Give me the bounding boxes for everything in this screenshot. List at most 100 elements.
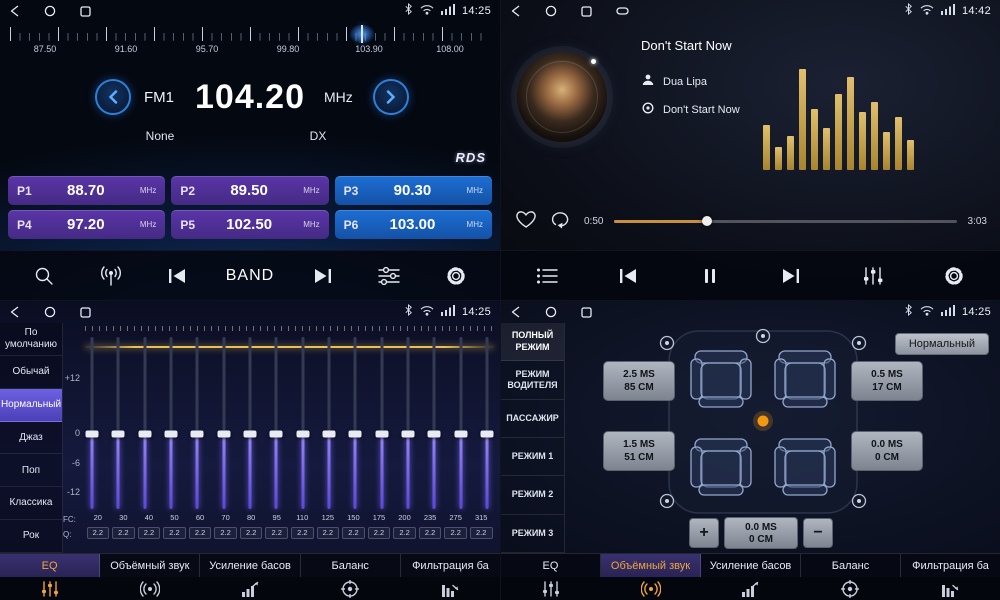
sound-settings-tab[interactable]: Баланс — [801, 554, 901, 577]
eq-preset-item[interactable]: Классика — [0, 487, 62, 520]
slider-knob[interactable] — [138, 430, 151, 437]
eq-band-slider[interactable] — [322, 335, 336, 511]
tune-down-button[interactable] — [95, 79, 131, 115]
surround-mode-item[interactable]: РЕЖИМ ВОДИТЕЛЯ — [501, 361, 564, 399]
eq-band-slider[interactable] — [427, 335, 441, 511]
sound-settings-tab[interactable]: Фильтрация ба — [901, 554, 1000, 577]
settings-gear-icon[interactable] — [936, 257, 972, 295]
sound-settings-tab[interactable]: EQ — [501, 554, 601, 577]
radio-preset-button[interactable]: P3 90.30 MHz — [335, 176, 492, 205]
nav-back-icon[interactable] — [9, 306, 20, 318]
sound-settings-tab[interactable]: Усиление басов — [200, 554, 300, 577]
nav-back-icon[interactable] — [9, 5, 20, 17]
sound-settings-tab[interactable]: EQ — [0, 554, 100, 577]
nav-home-icon[interactable] — [44, 5, 56, 17]
tune-up-button[interactable] — [373, 79, 409, 115]
eq-band-slider[interactable] — [375, 335, 389, 511]
next-track-icon[interactable] — [773, 257, 809, 295]
repeat-icon[interactable] — [549, 209, 573, 234]
eq-band-slider[interactable] — [243, 335, 257, 511]
eq-sliders-icon[interactable] — [501, 577, 601, 600]
slider-knob[interactable] — [191, 430, 204, 437]
eq-band-slider[interactable] — [348, 335, 362, 511]
surround-sound-icon[interactable] — [100, 577, 200, 600]
eq-band-slider[interactable] — [269, 335, 283, 511]
slider-knob[interactable] — [296, 430, 309, 437]
slider-knob[interactable] — [217, 430, 230, 437]
speaker-delay-button[interactable]: 0.5 MS 17 CM — [851, 361, 923, 401]
pause-icon[interactable] — [692, 257, 728, 295]
surround-mode-item[interactable]: РЕЖИМ 3 — [501, 515, 564, 553]
eq-sliders-icon[interactable] — [0, 577, 100, 600]
scan-icon[interactable] — [26, 257, 62, 295]
radio-preset-button[interactable]: P1 88.70 MHz — [8, 176, 165, 205]
eq-band-slider[interactable] — [454, 335, 468, 511]
eq-preset-item[interactable]: По умолчанию — [0, 323, 62, 356]
nav-recents-icon[interactable] — [80, 307, 91, 318]
eq-band-slider[interactable] — [296, 335, 310, 511]
balance-icon[interactable] — [300, 577, 400, 600]
slider-knob[interactable] — [349, 430, 362, 437]
slider-knob[interactable] — [86, 430, 99, 437]
slider-knob[interactable] — [270, 430, 283, 437]
next-station-icon[interactable] — [305, 257, 341, 295]
eq-band-slider[interactable] — [111, 335, 125, 511]
sound-settings-tab[interactable]: Баланс — [301, 554, 401, 577]
slider-knob[interactable] — [322, 430, 335, 437]
progress-bar[interactable] — [614, 220, 956, 223]
surround-mode-item[interactable]: ПАССАЖИР — [501, 400, 564, 438]
surround-mode-item[interactable]: РЕЖИМ 1 — [501, 438, 564, 476]
slider-knob[interactable] — [454, 430, 467, 437]
sound-settings-tab[interactable]: Объёмный звук — [100, 554, 200, 577]
slider-knob[interactable] — [375, 430, 388, 437]
slider-knob[interactable] — [243, 430, 256, 437]
nav-back-icon[interactable] — [510, 306, 521, 318]
broadcast-icon[interactable] — [93, 257, 129, 295]
filter-icon[interactable] — [900, 577, 1000, 600]
eq-band-slider[interactable] — [217, 335, 231, 511]
favorite-heart-icon[interactable] — [514, 209, 538, 234]
eq-band-slider[interactable] — [138, 335, 152, 511]
eq-band-slider[interactable] — [85, 335, 99, 511]
audio-settings-icon[interactable] — [371, 257, 407, 295]
surround-sound-icon[interactable] — [601, 577, 701, 600]
eq-preset-item[interactable]: Поп — [0, 454, 62, 487]
delay-increase-button[interactable]: + — [689, 518, 719, 548]
frequency-ruler[interactable] — [10, 27, 490, 41]
eq-band-slider[interactable] — [164, 335, 178, 511]
band-button[interactable]: BAND — [226, 257, 274, 295]
nav-home-icon[interactable] — [545, 5, 557, 17]
audio-settings-icon[interactable] — [855, 257, 891, 295]
radio-preset-button[interactable]: P2 89.50 MHz — [171, 176, 328, 205]
screenshot-pill-icon[interactable] — [616, 7, 629, 15]
sound-profile-button[interactable]: Нормальный — [895, 333, 989, 355]
speaker-delay-button[interactable]: 2.5 MS 85 CM — [603, 361, 675, 401]
surround-mode-item[interactable]: РЕЖИМ 2 — [501, 476, 564, 514]
eq-band-slider[interactable] — [190, 335, 204, 511]
nav-home-icon[interactable] — [44, 306, 56, 318]
eq-band-slider[interactable] — [401, 335, 415, 511]
nav-recents-icon[interactable] — [581, 6, 592, 17]
radio-preset-button[interactable]: P6 103.00 MHz — [335, 210, 492, 239]
eq-preset-item[interactable]: Джаз — [0, 422, 62, 455]
settings-gear-icon[interactable] — [438, 257, 474, 295]
slider-knob[interactable] — [428, 430, 441, 437]
surround-mode-item[interactable]: ПОЛНЫЙ РЕЖИМ — [501, 323, 564, 361]
speaker-delay-button[interactable]: 1.5 MS 51 CM — [603, 431, 675, 471]
slider-knob[interactable] — [164, 430, 177, 437]
slider-knob[interactable] — [480, 430, 493, 437]
bass-boost-icon[interactable] — [200, 577, 300, 600]
eq-preset-item[interactable]: Рок — [0, 520, 62, 553]
previous-track-icon[interactable] — [610, 257, 646, 295]
slider-knob[interactable] — [401, 430, 414, 437]
nav-recents-icon[interactable] — [581, 307, 592, 318]
eq-preset-item[interactable]: Нормальный — [0, 389, 62, 422]
speaker-delay-button[interactable]: 0.0 MS 0 CM — [851, 431, 923, 471]
radio-preset-button[interactable]: P4 97.20 MHz — [8, 210, 165, 239]
filter-icon[interactable] — [400, 577, 500, 600]
delay-decrease-button[interactable]: − — [803, 518, 833, 548]
nav-home-icon[interactable] — [545, 306, 557, 318]
eq-band-slider[interactable] — [480, 335, 494, 511]
sound-settings-tab[interactable]: Фильтрация ба — [401, 554, 500, 577]
bass-boost-icon[interactable] — [701, 577, 801, 600]
